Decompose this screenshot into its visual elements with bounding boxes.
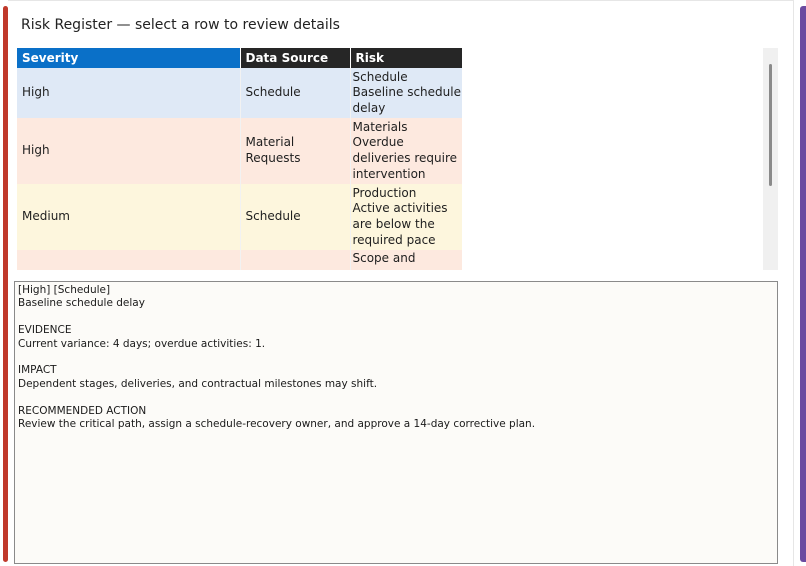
risk-description: Active activities are below the required… bbox=[352, 201, 448, 247]
risk-category: Production bbox=[352, 185, 417, 200]
right-accent-bar bbox=[800, 6, 806, 562]
cell-risk: Production Active activities are below th… bbox=[349, 184, 462, 250]
risk-description: Baseline schedule delay bbox=[352, 85, 461, 115]
cell-data-source bbox=[239, 250, 350, 270]
cell-severity: High bbox=[22, 85, 50, 100]
table-row[interactable]: Medium Schedule Production Active activitie… bbox=[17, 184, 462, 250]
table-row[interactable]: High Schedule Schedule Baseline schedule de… bbox=[17, 68, 462, 118]
cell-severity bbox=[17, 250, 240, 270]
risk-detail-panel[interactable]: [High] [Schedule] Baseline schedule dela… bbox=[14, 281, 778, 564]
grid-scrollbar-thumb[interactable] bbox=[769, 64, 772, 186]
detail-impact-label: IMPACT bbox=[18, 364, 57, 377]
column-header-risk[interactable]: Risk bbox=[350, 48, 463, 68]
cell-risk: Materials Overdue deliveries require inte… bbox=[349, 118, 462, 184]
risk-category: Scope and bbox=[352, 251, 416, 265]
cell-risk: Scope and bbox=[349, 250, 462, 270]
detail-header: [High] [Schedule] bbox=[18, 284, 111, 296]
detail-subtitle: Baseline schedule delay bbox=[18, 297, 145, 310]
risk-category: Materials bbox=[352, 119, 408, 134]
cell-severity: Medium bbox=[22, 209, 70, 224]
cell-severity: High bbox=[22, 143, 50, 158]
cell-risk: Schedule Baseline schedule delay bbox=[349, 68, 462, 118]
column-header-data-source[interactable]: Data Source bbox=[240, 48, 351, 68]
detail-action-label: RECOMMENDED ACTION bbox=[18, 404, 147, 417]
risk-grid[interactable]: Severity Data Source Risk High Schedule Sc… bbox=[17, 48, 778, 270]
table-row[interactable]: Scope and bbox=[17, 250, 462, 270]
detail-action: Review the critical path, assign a sched… bbox=[18, 418, 536, 431]
risk-category: Schedule bbox=[352, 69, 408, 84]
detail-evidence: Current variance: 4 days; overdue activi… bbox=[18, 337, 266, 350]
detail-evidence-label: EVIDENCE bbox=[18, 324, 72, 337]
column-header-severity[interactable]: Severity bbox=[17, 48, 241, 68]
cell-data-source: Schedule bbox=[239, 68, 350, 118]
detail-impact: Dependent stages, deliveries, and contra… bbox=[18, 377, 378, 390]
cell-data-source: Schedule bbox=[239, 184, 350, 250]
table-row[interactable]: High Material Requests Materials Overdue de… bbox=[17, 118, 462, 184]
left-accent-bar bbox=[3, 6, 8, 562]
table-header-row: Severity Data Source Risk bbox=[17, 48, 463, 68]
cell-data-source: Material Requests bbox=[239, 118, 350, 184]
window-frame-top bbox=[8, 0, 794, 1]
page-title: Risk Register — select a row to review d… bbox=[21, 17, 340, 33]
risk-description: Overdue deliveries require intervention bbox=[352, 135, 458, 181]
window-frame-right bbox=[793, 0, 794, 566]
risk-table: Severity Data Source Risk High Schedule Sc… bbox=[17, 48, 463, 270]
